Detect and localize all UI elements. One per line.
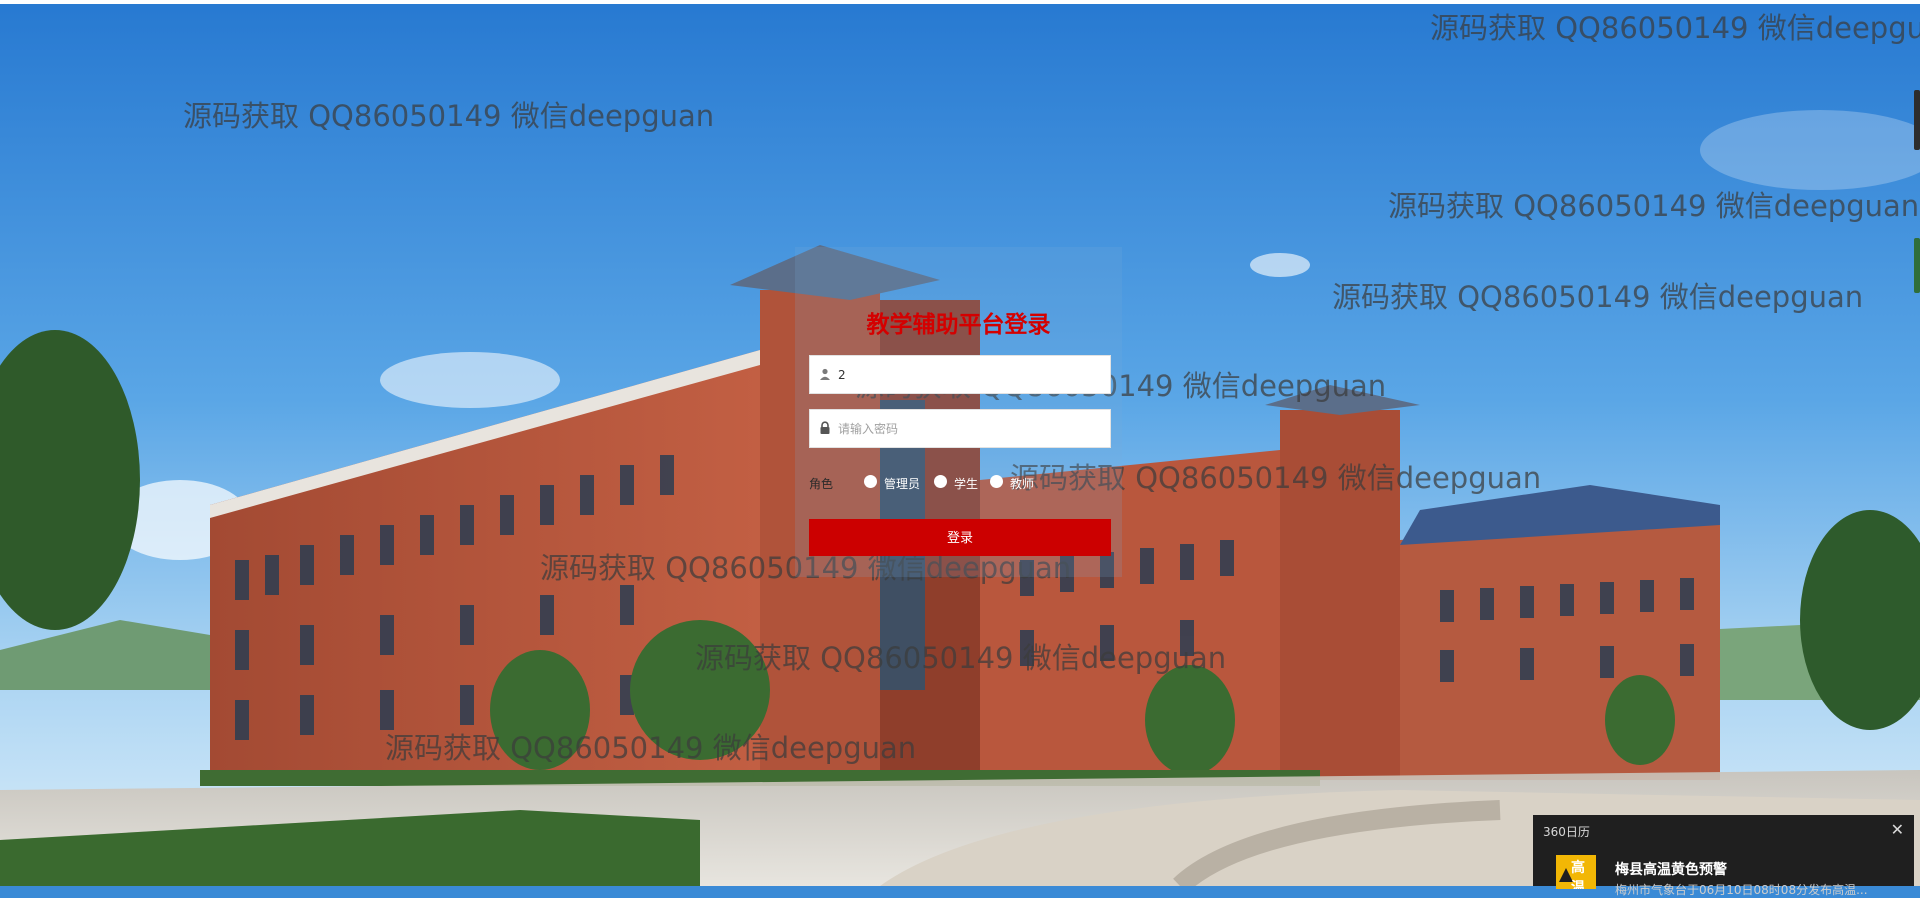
- login-button[interactable]: 登录: [809, 519, 1111, 556]
- role-label-admin: 管理员: [884, 477, 921, 491]
- alert-detail: 梅州市气象台于06月10日08时08分发布高温...: [1615, 883, 1868, 897]
- role-radio-student[interactable]: [934, 475, 947, 488]
- warning-icon: 高温: [1556, 855, 1596, 889]
- role-radio-teacher[interactable]: [990, 475, 1003, 488]
- alert-title: 梅县高温黄色预警: [1615, 862, 1727, 878]
- role-label: 角色: [809, 477, 834, 491]
- role-label-teacher: 教师: [1010, 477, 1035, 491]
- popup-source: 360日历: [1543, 825, 1590, 839]
- password-input[interactable]: [838, 410, 1104, 447]
- role-selector: 角色 管理员 学生 教师: [809, 472, 1111, 494]
- close-icon[interactable]: ✕: [1891, 820, 1904, 839]
- lock-icon: [820, 421, 830, 434]
- role-radio-admin[interactable]: [864, 475, 877, 488]
- username-input[interactable]: [838, 356, 1104, 393]
- role-label-student: 学生: [954, 477, 979, 491]
- login-panel: 教学辅助平台登录 角色 管理员 学生 教师 登录: [795, 247, 1122, 577]
- scrollbar-thumb[interactable]: [1914, 90, 1920, 150]
- user-icon: [820, 368, 830, 380]
- login-title: 教学辅助平台登录: [866, 312, 1051, 338]
- top-border: [0, 0, 1920, 4]
- warning-badge-text: 高温: [1571, 860, 1585, 889]
- password-field[interactable]: [809, 409, 1111, 448]
- scrollbar-indicator: [1914, 238, 1920, 293]
- username-field[interactable]: [809, 355, 1111, 394]
- weather-alert-popup[interactable]: 360日历 ✕ 高温 梅县高温黄色预警 梅州市气象台于06月10日08时08分发…: [1533, 815, 1914, 897]
